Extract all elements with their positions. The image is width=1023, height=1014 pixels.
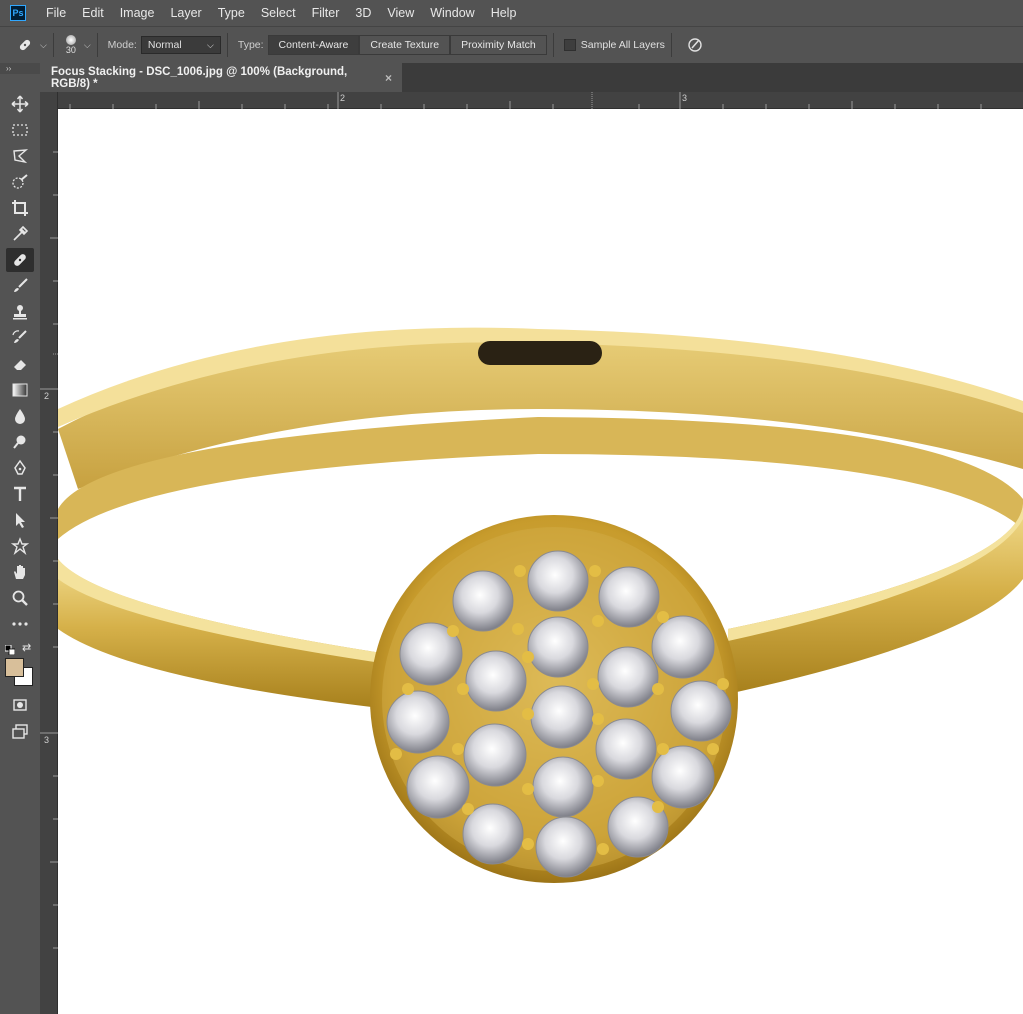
brush-tip-icon (65, 35, 76, 45)
type-label: Type: (237, 39, 264, 51)
photoshop-logo: Ps (10, 5, 26, 21)
ruler-label: 2 (44, 391, 50, 401)
chevron-down-icon: ⌵ (40, 39, 47, 50)
content-aware-button[interactable]: Content-Aware (267, 35, 360, 55)
foreground-color-swatch[interactable] (5, 658, 24, 677)
mode-value: Normal (147, 39, 182, 51)
chevron-down-icon: ⌵ (207, 39, 214, 50)
menu-image[interactable]: Image (112, 0, 163, 26)
sample-all-layers-checkbox[interactable] (563, 39, 576, 51)
gradient-tool-icon[interactable] (6, 378, 34, 402)
tool-preset-picker[interactable]: ⌵ (16, 36, 47, 54)
type-tool-icon[interactable] (6, 482, 34, 506)
horizontal-ruler[interactable]: 2 3 (58, 92, 1023, 109)
eyedropper-tool-icon[interactable] (6, 222, 34, 246)
menu-bar: Ps File Edit Image Layer Type Select Fil… (0, 0, 1023, 26)
document-tab[interactable]: Focus Stacking - DSC_1006.jpg @ 100% (Ba… (40, 63, 402, 92)
move-tool-icon[interactable] (6, 92, 34, 116)
menu-view[interactable]: View (379, 0, 422, 26)
close-icon[interactable]: × (385, 71, 392, 85)
history-brush-tool-icon[interactable] (6, 326, 34, 350)
ruler-label: 3 (44, 735, 50, 745)
default-colors-icon[interactable] (4, 644, 16, 658)
dodge-tool-icon[interactable] (6, 430, 34, 454)
ring-photo (58, 327, 1023, 883)
menu-filter[interactable]: Filter (304, 0, 348, 26)
ruler-label: 2 (340, 93, 346, 103)
quick-selection-tool-icon[interactable] (6, 170, 34, 194)
menu-type[interactable]: Type (210, 0, 253, 26)
menu-layer[interactable]: Layer (162, 0, 209, 26)
lasso-tool-icon[interactable] (6, 144, 34, 168)
tools-panel: ›› ⇄ (0, 63, 40, 1014)
brush-size: 30 (65, 45, 76, 55)
mode-dropdown[interactable]: Normal ⌵ (140, 36, 221, 54)
vertical-ruler[interactable]: 2 3 (40, 92, 58, 1014)
more-tools-icon[interactable] (6, 612, 34, 636)
separator (96, 33, 98, 57)
brush-picker[interactable]: 30 ⌵ (65, 35, 91, 55)
proximity-match-button[interactable]: Proximity Match (450, 35, 547, 55)
path-selection-tool-icon[interactable] (6, 508, 34, 532)
blur-tool-icon[interactable] (6, 404, 34, 428)
mode-label: Mode: (107, 39, 137, 51)
document-canvas[interactable] (58, 109, 1023, 1014)
separator (226, 33, 228, 57)
zoom-tool-icon[interactable] (6, 586, 34, 610)
pen-tool-icon[interactable] (6, 456, 34, 480)
type-button-group: Content-Aware Create Texture Proximity M… (267, 35, 547, 55)
separator (552, 33, 554, 57)
swap-colors-icon[interactable]: ⇄ (22, 641, 31, 654)
document-tab-title: Focus Stacking - DSC_1006.jpg @ 100% (Ba… (51, 65, 348, 90)
separator (670, 33, 672, 57)
bandage-icon (16, 36, 34, 54)
pressure-size-icon[interactable] (686, 36, 704, 54)
hand-tool-icon[interactable] (6, 560, 34, 584)
clone-stamp-tool-icon[interactable] (6, 300, 34, 324)
quick-mask-icon[interactable] (6, 693, 34, 717)
document-tab-bar: Focus Stacking - DSC_1006.jpg @ 100% (Ba… (40, 63, 1023, 92)
options-bar: ⌵ 30 ⌵ Mode: Normal ⌵ Type: Content-Awar… (0, 26, 1023, 63)
menu-edit[interactable]: Edit (74, 0, 112, 26)
sample-all-layers-label: Sample All Layers (580, 39, 665, 51)
sample-all-layers-toggle[interactable]: Sample All Layers (563, 39, 665, 51)
brush-tool-icon[interactable] (6, 274, 34, 298)
create-texture-button[interactable]: Create Texture (359, 35, 451, 55)
menu-select[interactable]: Select (253, 0, 304, 26)
spot-healing-brush-tool-icon[interactable] (6, 248, 34, 272)
menu-3d[interactable]: 3D (347, 0, 379, 26)
ruler-ticks (40, 151, 58, 949)
menu-help[interactable]: Help (483, 0, 525, 26)
screen-mode-icon[interactable] (6, 719, 34, 743)
menu-file[interactable]: File (38, 0, 74, 26)
marquee-tool-icon[interactable] (6, 118, 34, 142)
eraser-tool-icon[interactable] (6, 352, 34, 376)
toolbar-collapse[interactable]: ›› (0, 63, 40, 74)
shape-tool-icon[interactable] (6, 534, 34, 558)
crop-tool-icon[interactable] (6, 196, 34, 220)
menu-window[interactable]: Window (422, 0, 482, 26)
separator (52, 33, 54, 57)
ruler-ticks (69, 92, 982, 109)
ruler-label: 3 (682, 93, 688, 103)
chevron-down-icon: ⌵ (83, 39, 91, 50)
